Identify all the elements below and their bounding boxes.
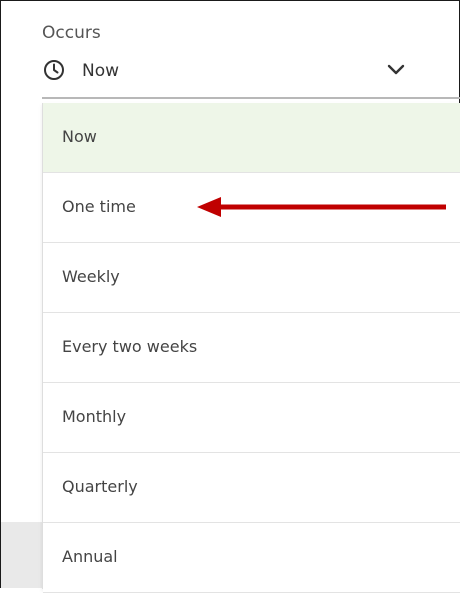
chevron-down-icon[interactable] <box>387 63 405 77</box>
occurs-selected-value: Now <box>82 61 120 81</box>
occurs-dropdown-list: Now One time Weekly Every two weeks Mont… <box>42 103 460 593</box>
option-every-two-weeks[interactable]: Every two weeks <box>43 313 460 383</box>
option-label: Monthly <box>62 407 127 426</box>
option-annual[interactable]: Annual <box>43 523 460 593</box>
option-label: Weekly <box>62 267 120 286</box>
option-quarterly[interactable]: Quarterly <box>43 453 460 523</box>
clock-icon <box>44 60 64 80</box>
occurs-select[interactable]: Now <box>42 57 460 85</box>
option-label: Every two weeks <box>62 337 198 356</box>
option-label: Quarterly <box>62 477 138 496</box>
option-label: Now <box>62 127 97 146</box>
annotation-arrow-icon <box>197 197 446 217</box>
option-now[interactable]: Now <box>43 103 460 173</box>
occurs-field[interactable]: Occurs Now <box>42 1 460 99</box>
option-weekly[interactable]: Weekly <box>43 243 460 313</box>
field-underline <box>42 97 460 99</box>
option-label: Annual <box>62 547 118 566</box>
option-monthly[interactable]: Monthly <box>43 383 460 453</box>
option-label: One time <box>62 197 136 216</box>
occurs-label: Occurs <box>42 23 101 43</box>
